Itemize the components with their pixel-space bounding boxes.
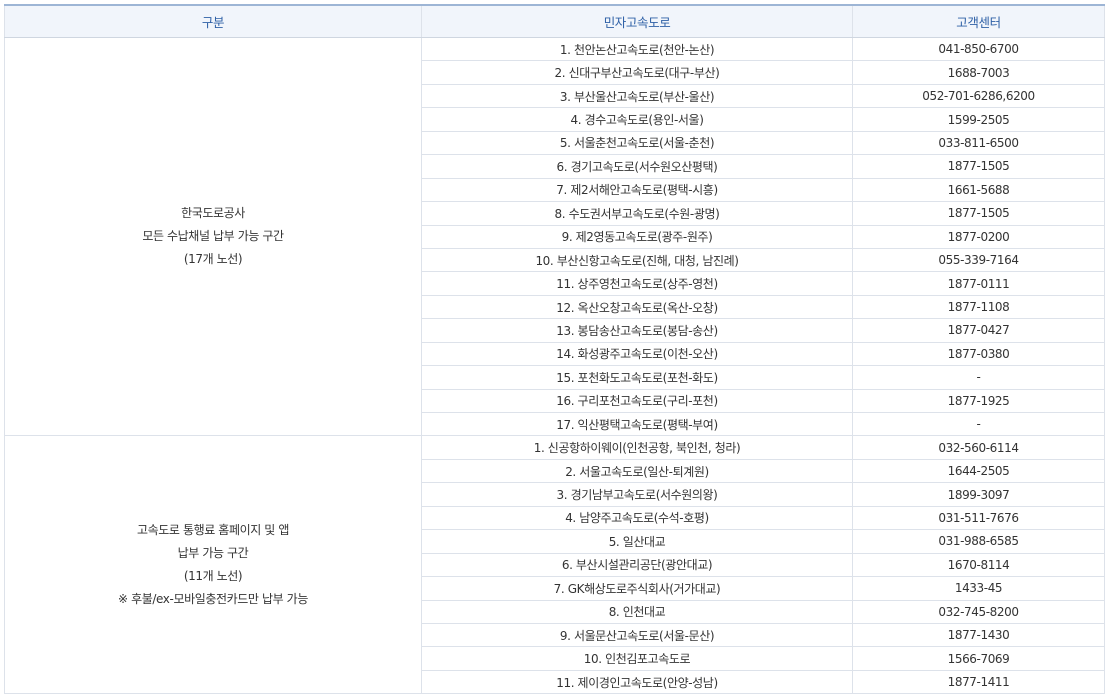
table-row: 고속도로 통행료 홈페이지 및 앱납부 가능 구간 (11개 노선) ※ 후불/ex… bbox=[4, 435, 1105, 695]
highway-name-cell: 5. 일산대교 bbox=[421, 529, 853, 554]
customer-center-phone-cell: 031-511-7676 bbox=[852, 505, 1105, 531]
customer-center-phone-cell: 052-701-6286,6200 bbox=[852, 83, 1105, 109]
customer-center-phone-cell: - bbox=[852, 365, 1105, 390]
customer-center-phone-cell: 1877-0380 bbox=[852, 341, 1105, 367]
highway-name-cell: 9. 서울문산고속도로(서울-문산) bbox=[421, 622, 853, 648]
customer-center-phone-cell: 1877-1505 bbox=[852, 201, 1105, 226]
customer-center-phone-cell: 1688-7003 bbox=[852, 60, 1105, 85]
customer-center-phone-cell: 1433-45 bbox=[852, 576, 1105, 601]
highway-name-cell: 8. 인천대교 bbox=[421, 599, 853, 624]
customer-center-phone-cell: 033-811-6500 bbox=[852, 130, 1105, 156]
group-label-line: 한국도로공사 bbox=[181, 206, 245, 221]
customer-center-phone-cell: 1877-1925 bbox=[852, 388, 1105, 414]
highway-name-cell: 8. 수도권서부고속도로(수원-광명) bbox=[421, 201, 853, 226]
toll-road-table-container: 구분 민자고속도로 고객센터 한국도로공사모든 수납채널 납부 가능 구간 (17… bbox=[4, 4, 1105, 695]
header-customer-center: 고객센터 bbox=[852, 4, 1105, 38]
customer-center-phone-cell: 1877-1411 bbox=[852, 669, 1105, 695]
customer-center-phone-cell: 1877-0111 bbox=[852, 271, 1105, 296]
highway-name-cell: 4. 남양주고속도로(수석-호평) bbox=[421, 505, 853, 531]
highway-name-cell: 10. 부산신항고속도로(진해, 대청, 남진례) bbox=[421, 247, 853, 273]
customer-center-phone-cell: - bbox=[852, 411, 1105, 437]
customer-center-phone-cell: 1566-7069 bbox=[852, 646, 1105, 671]
customer-center-phone-cell: 1661-5688 bbox=[852, 177, 1105, 203]
customer-center-phone-cell: 1644-2505 bbox=[852, 458, 1105, 484]
customer-center-phone-cell: 041-850-6700 bbox=[852, 36, 1105, 62]
highway-name-cell: 17. 익산평택고속도로(평택-부여) bbox=[421, 411, 853, 437]
highway-name-cell: 15. 포천화도고속도로(포천-화도) bbox=[421, 365, 853, 390]
group-label-line: 모든 수납채널 납부 가능 구간 bbox=[142, 229, 284, 244]
table-header: 구분 민자고속도로 고객센터 bbox=[4, 4, 1105, 38]
customer-center-phone-cell: 1899-3097 bbox=[852, 482, 1105, 507]
customer-center-phone-cell: 1877-1108 bbox=[852, 294, 1105, 320]
highway-name-cell: 11. 제이경인고속도로(안양-성남) bbox=[421, 669, 853, 695]
group-label-line: (11개 노선) bbox=[183, 568, 243, 583]
highway-name-cell: 13. 봉담송산고속도로(봉담-송산) bbox=[421, 318, 853, 343]
customer-center-phone-cell: 1877-0427 bbox=[852, 318, 1105, 343]
table-row: 한국도로공사모든 수납채널 납부 가능 구간 (17개 노선) 1. 천안논산고속도… bbox=[4, 36, 1105, 437]
group-label-cell: 한국도로공사모든 수납채널 납부 가능 구간 (17개 노선) bbox=[4, 36, 422, 437]
highway-name-cell: 5. 서울춘천고속도로(서울-춘천) bbox=[421, 130, 853, 156]
group-label-cell: 고속도로 통행료 홈페이지 및 앱납부 가능 구간 (11개 노선) ※ 후불/ex… bbox=[4, 435, 422, 695]
highway-name-cell: 7. 제2서해안고속도로(평택-시흥) bbox=[421, 177, 853, 203]
header-category: 구분 bbox=[4, 4, 422, 38]
table-body: 한국도로공사모든 수납채널 납부 가능 구간 (17개 노선) 1. 천안논산고속도… bbox=[4, 36, 1105, 695]
group-label-line: (17개 노선) bbox=[183, 252, 243, 267]
customer-center-phone-cell: 031-988-6585 bbox=[852, 529, 1105, 554]
header-row: 구분 민자고속도로 고객센터 bbox=[4, 4, 1105, 38]
private-highway-contact-table: 구분 민자고속도로 고객센터 한국도로공사모든 수납채널 납부 가능 구간 (17… bbox=[4, 4, 1105, 695]
customer-center-phone-cell: 055-339-7164 bbox=[852, 247, 1105, 273]
highway-name-cell: 6. 부산시설관리공단(광안대교) bbox=[421, 552, 853, 578]
customer-center-phone-cell: 1877-1505 bbox=[852, 154, 1105, 179]
highway-name-cell: 16. 구리포천고속도로(구리-포천) bbox=[421, 388, 853, 414]
customer-center-phone-cell: 1877-1430 bbox=[852, 622, 1105, 648]
customer-center-phone-cell: 1599-2505 bbox=[852, 107, 1105, 132]
customer-center-phone-cell: 032-560-6114 bbox=[852, 435, 1105, 460]
group-label-line: ※ 후불/ex-모바일충전카드만 납부 가능 bbox=[118, 591, 308, 606]
highway-name-cell: 12. 옥산오창고속도로(옥산-오창) bbox=[421, 294, 853, 320]
highway-name-cell: 14. 화성광주고속도로(이천-오산) bbox=[421, 341, 853, 367]
customer-center-phone-cell: 1877-0200 bbox=[852, 224, 1105, 249]
highway-name-cell: 1. 신공항하이웨이(인천공항, 북인천, 청라) bbox=[421, 435, 853, 460]
highway-name-cell: 10. 인천김포고속도로 bbox=[421, 646, 853, 671]
customer-center-phone-cell: 1670-8114 bbox=[852, 552, 1105, 578]
group-label-line: 납부 가능 구간 bbox=[177, 545, 249, 560]
highway-name-cell: 2. 서울고속도로(일산-퇴계원) bbox=[421, 458, 853, 484]
highway-name-cell: 6. 경기고속도로(서수원오산평택) bbox=[421, 154, 853, 179]
highway-name-cell: 3. 경기남부고속도로(서수원의왕) bbox=[421, 482, 853, 507]
highway-name-cell: 3. 부산울산고속도로(부산-울산) bbox=[421, 83, 853, 109]
highway-name-cell: 4. 경수고속도로(용인-서울) bbox=[421, 107, 853, 132]
highway-name-cell: 1. 천안논산고속도로(천안-논산) bbox=[421, 36, 853, 62]
highway-name-cell: 2. 신대구부산고속도로(대구-부산) bbox=[421, 60, 853, 85]
customer-center-phone-cell: 032-745-8200 bbox=[852, 599, 1105, 624]
highway-name-cell: 11. 상주영천고속도로(상주-영천) bbox=[421, 271, 853, 296]
highway-name-cell: 7. GK해상도로주식회사(거가대교) bbox=[421, 576, 853, 601]
header-private-highway: 민자고속도로 bbox=[421, 4, 853, 38]
group-label-line: 고속도로 통행료 홈페이지 및 앱 bbox=[137, 522, 289, 537]
highway-name-cell: 9. 제2영동고속도로(광주-원주) bbox=[421, 224, 853, 249]
